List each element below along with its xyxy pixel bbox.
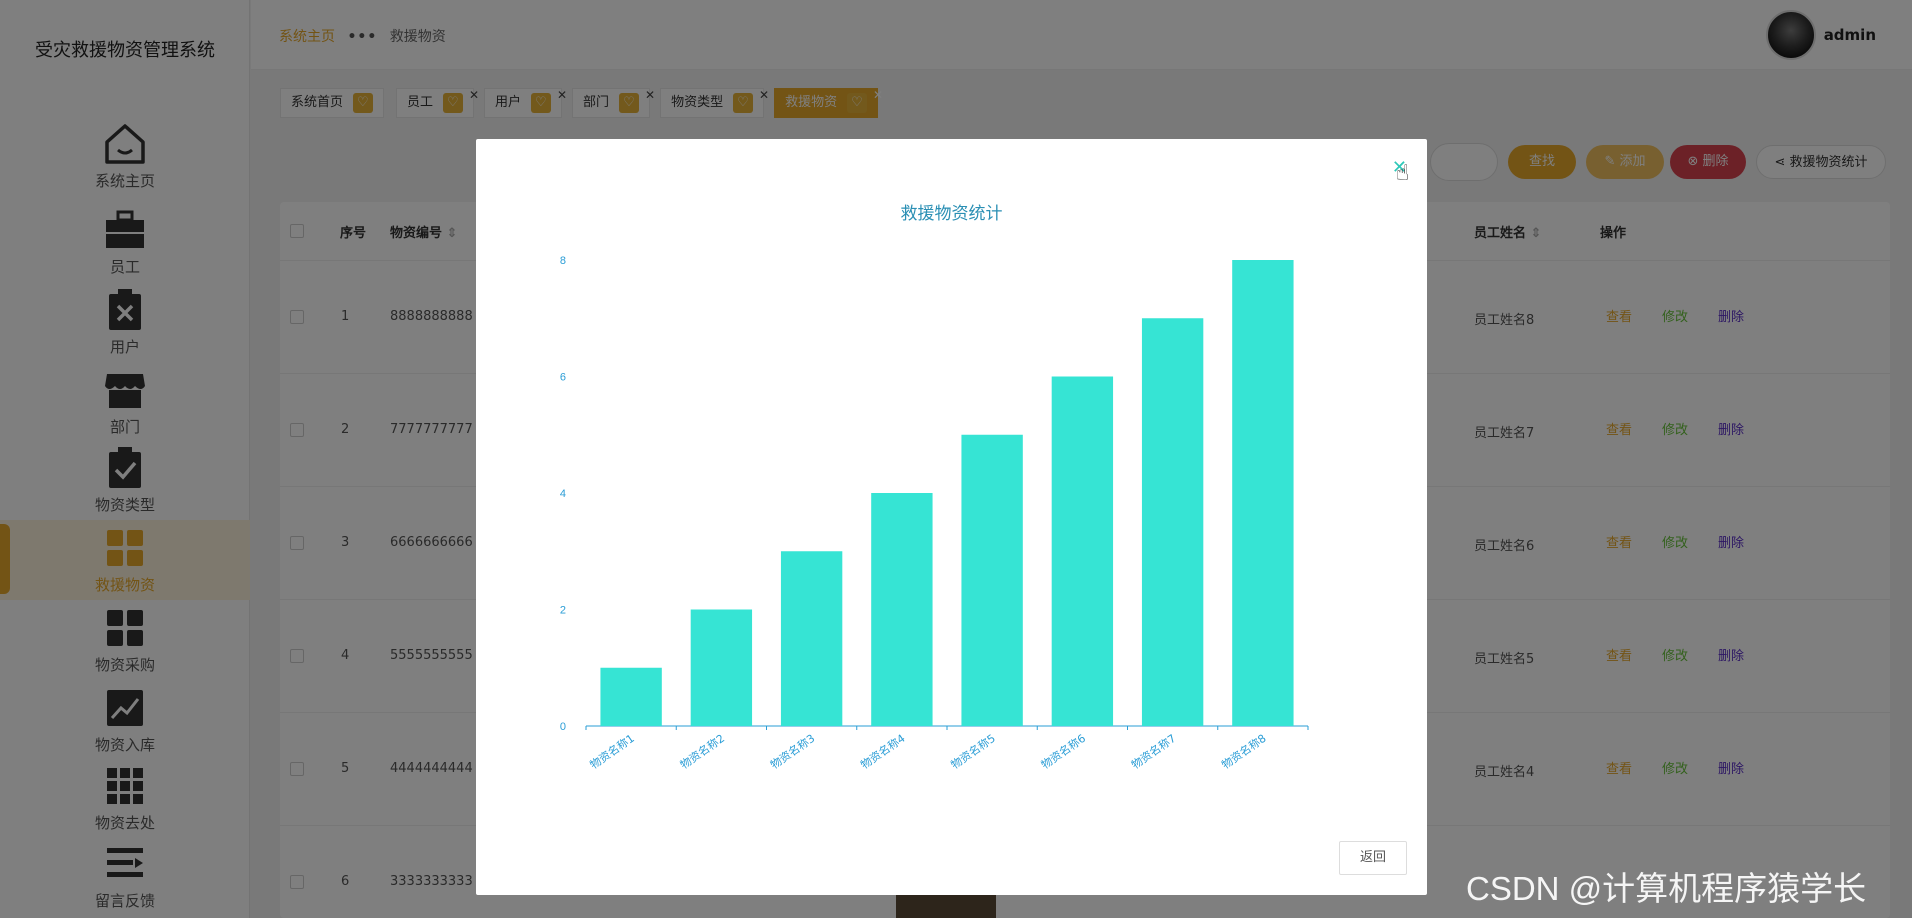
stats-modal: ✕ ☝ 救援物资统计 0 2 4 6 8 物资名称1 物资名称2 物资名称3 物资名称4 物资名称… <box>476 139 1427 895</box>
chart-bar[interactable] <box>961 434 1023 726</box>
bar-chart: 0 2 4 6 8 物资名称1 物资名称2 物资名称3 物资名称4 物资名称5 物资名称6 物资名称7… <box>560 255 1309 772</box>
x-tick-label: 物资名称2 <box>677 731 727 772</box>
chart-bar[interactable] <box>690 609 753 727</box>
chart-title: 救援物资统计 <box>900 204 1003 224</box>
x-tick-label: 物资名称7 <box>1129 731 1179 772</box>
chart-bar[interactable] <box>1232 260 1294 726</box>
x-tick-label: 物资名称6 <box>1038 731 1088 772</box>
chart-bar[interactable] <box>1051 376 1114 727</box>
chart-bar[interactable] <box>600 667 662 726</box>
x-tick-label: 物资名称8 <box>1219 731 1269 772</box>
back-button[interactable]: 返回 <box>1339 841 1407 875</box>
y-tick-label: 0 <box>560 721 566 733</box>
x-tick-label: 物资名称4 <box>858 731 908 772</box>
close-button[interactable]: ✕ ☝ <box>1392 157 1409 186</box>
x-tick-label: 物资名称3 <box>768 731 818 772</box>
x-tick-label: 物资名称1 <box>587 731 637 772</box>
chart-bar[interactable] <box>1141 318 1204 726</box>
chart-bar[interactable] <box>780 551 843 726</box>
y-tick-label: 6 <box>560 372 566 384</box>
hand-cursor-icon: ☝ <box>1395 161 1410 186</box>
chart-bar[interactable] <box>871 493 933 726</box>
x-tick-label: 物资名称5 <box>948 731 998 772</box>
y-tick-label: 2 <box>560 605 566 617</box>
watermark: CSDN @计算机程序猿学长 <box>1466 870 1867 907</box>
y-tick-label: 4 <box>560 488 566 500</box>
y-tick-label: 8 <box>560 255 566 267</box>
